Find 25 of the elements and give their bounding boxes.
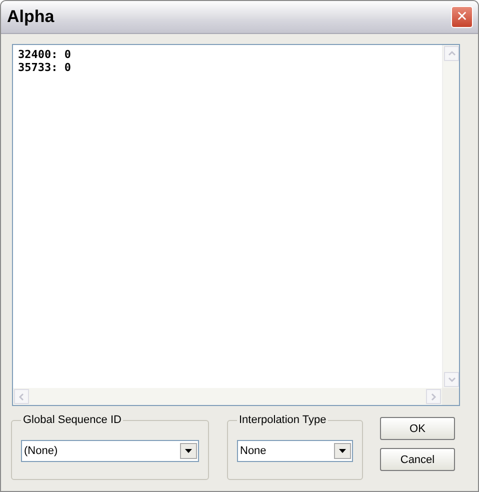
scroll-left-button[interactable] bbox=[14, 389, 29, 404]
window-title: Alpha bbox=[7, 7, 54, 27]
text-line: 35733: 0 bbox=[18, 61, 71, 74]
dropdown[interactable]: (None) bbox=[21, 440, 199, 462]
scrollbar-corner bbox=[442, 388, 459, 405]
vertical-scrollbar[interactable] bbox=[442, 45, 459, 388]
group-label: Global Sequence ID bbox=[22, 414, 122, 426]
scroll-right-button[interactable] bbox=[426, 389, 441, 404]
caret-icon bbox=[339, 449, 346, 453]
horizontal-scrollbar[interactable] bbox=[13, 388, 442, 405]
chevron-down-icon bbox=[448, 376, 456, 384]
chevron-up-icon bbox=[448, 50, 456, 58]
group-label: Interpolation Type bbox=[238, 414, 328, 426]
ok-button[interactable]: OK bbox=[380, 417, 455, 440]
scroll-up-button[interactable] bbox=[444, 46, 459, 61]
text-editor[interactable]: 32400: 0 35733: 0 bbox=[12, 44, 460, 406]
chevron-right-icon bbox=[430, 392, 438, 400]
text-line: 32400: 0 bbox=[18, 48, 71, 61]
scroll-down-button[interactable] bbox=[444, 372, 459, 387]
dropdown[interactable]: None bbox=[237, 440, 353, 462]
caret-icon bbox=[185, 449, 192, 453]
cancel-button[interactable]: Cancel bbox=[380, 448, 455, 471]
dropdown-button[interactable] bbox=[334, 443, 351, 459]
chevron-left-icon bbox=[18, 392, 26, 400]
dropdown-button[interactable] bbox=[180, 443, 197, 459]
